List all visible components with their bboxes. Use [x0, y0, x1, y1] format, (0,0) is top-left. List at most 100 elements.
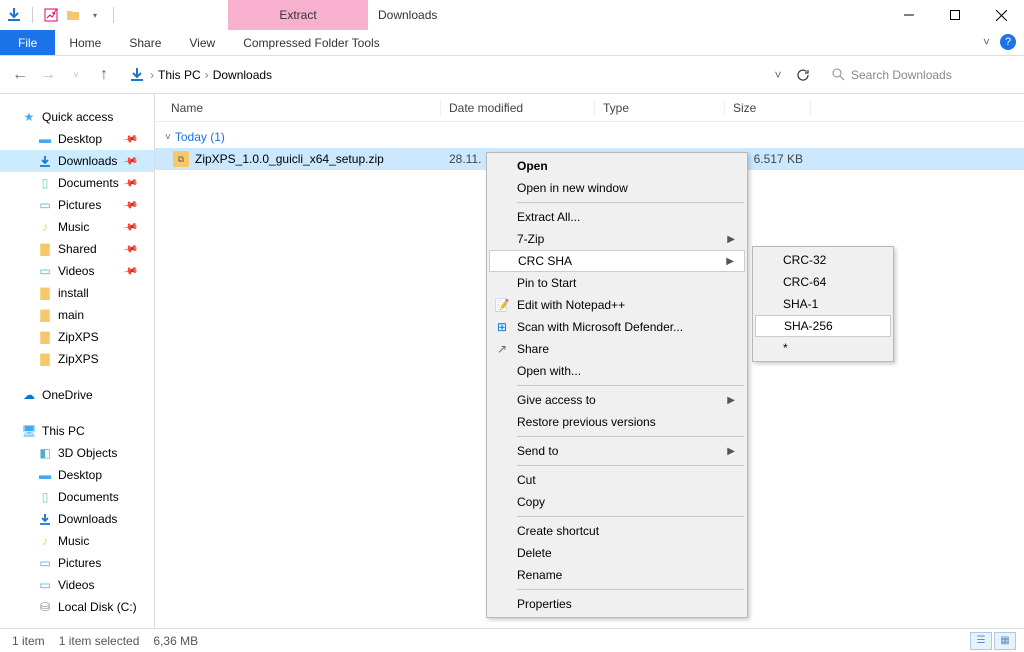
menu-open[interactable]: Open [489, 155, 745, 177]
column-date[interactable]: ˅Date modified [441, 101, 595, 115]
documents-icon: ▯ [38, 176, 52, 190]
sidebar-downloads2[interactable]: Downloads [0, 508, 154, 530]
submenu-sha1[interactable]: SHA-1 [755, 293, 891, 315]
ribbon-expand-icon[interactable]: ˅ [983, 35, 990, 49]
sidebar: ★Quick access ▬Desktop📌 Downloads📌 ▯Docu… [0, 94, 155, 628]
sidebar-onedrive[interactable]: ☁OneDrive [0, 384, 154, 406]
chevron-right-icon[interactable]: › [205, 68, 209, 82]
menu-separator [517, 465, 744, 466]
submenu-arrow-icon: ▶ [727, 395, 735, 406]
close-button[interactable] [978, 0, 1024, 30]
breadcrumb[interactable]: › This PC › Downloads [122, 62, 760, 88]
minimize-button[interactable] [886, 0, 932, 30]
recent-dropdown-icon[interactable]: ˅ [66, 70, 86, 80]
menu-open-new-window[interactable]: Open in new window [489, 177, 745, 199]
sidebar-music2[interactable]: ♪Music [0, 530, 154, 552]
menu-label: CRC SHA [518, 254, 572, 268]
sidebar-videos[interactable]: ▭Videos📌 [0, 260, 154, 282]
pin-icon: 📌 [122, 153, 139, 169]
refresh-button[interactable] [796, 68, 816, 82]
menu-edit-notepadpp[interactable]: 📝Edit with Notepad++ [489, 294, 745, 316]
sidebar-downloads[interactable]: Downloads📌 [0, 150, 154, 172]
tab-share[interactable]: Share [115, 30, 175, 55]
crc-sha-submenu: CRC-32 CRC-64 SHA-1 SHA-256 * [752, 246, 894, 362]
menu-send-to[interactable]: Send to▶ [489, 440, 745, 462]
up-button[interactable]: ↑ [94, 66, 114, 84]
menu-give-access[interactable]: Give access to▶ [489, 389, 745, 411]
sidebar-pictures2[interactable]: ▭Pictures [0, 552, 154, 574]
menu-open-with[interactable]: Open with... [489, 360, 745, 382]
submenu-sha256[interactable]: SHA-256 [755, 315, 891, 337]
submenu-star[interactable]: * [755, 337, 891, 359]
maximize-button[interactable] [932, 0, 978, 30]
sidebar-label: 3D Objects [58, 446, 117, 460]
sidebar-quick-access[interactable]: ★Quick access [0, 106, 154, 128]
contextual-tab-extract[interactable]: Extract [228, 0, 368, 30]
submenu-arrow-icon: ▶ [727, 234, 735, 245]
menu-rename[interactable]: Rename [489, 564, 745, 586]
menu-scan-defender[interactable]: ⊞Scan with Microsoft Defender... [489, 316, 745, 338]
onedrive-icon: ☁ [22, 388, 36, 402]
sidebar-this-pc[interactable]: 🖥This PC [0, 420, 154, 442]
tab-view[interactable]: View [175, 30, 229, 55]
sidebar-zipxps[interactable]: ▇ZipXPS [0, 348, 154, 370]
sidebar-main[interactable]: ▇main [0, 304, 154, 326]
pin-icon: 📌 [122, 175, 139, 191]
pc-icon: 🖥 [22, 424, 36, 438]
sidebar-3d-objects[interactable]: ◧3D Objects [0, 442, 154, 464]
menu-create-shortcut[interactable]: Create shortcut [489, 520, 745, 542]
pin-icon: 📌 [122, 241, 139, 257]
column-name[interactable]: Name [163, 101, 441, 115]
sidebar-zipxps[interactable]: ▇ZipXPS [0, 326, 154, 348]
sidebar-shared[interactable]: ▇Shared📌 [0, 238, 154, 260]
sidebar-music[interactable]: ♪Music📌 [0, 216, 154, 238]
icons-view-button[interactable]: ▦ [994, 632, 1016, 650]
sidebar-documents2[interactable]: ▯Documents [0, 486, 154, 508]
sidebar-desktop[interactable]: ▬Desktop📌 [0, 128, 154, 150]
breadcrumb-this-pc[interactable]: This PC [158, 68, 201, 82]
menu-share[interactable]: ↗Share [489, 338, 745, 360]
sidebar-label: Local Disk (C:) [58, 600, 137, 614]
menu-delete[interactable]: Delete [489, 542, 745, 564]
sidebar-local-disk[interactable]: ⛁Local Disk (C:) [0, 596, 154, 618]
menu-pin-start[interactable]: Pin to Start [489, 272, 745, 294]
menu-restore-previous[interactable]: Restore previous versions [489, 411, 745, 433]
forward-button[interactable]: → [38, 66, 58, 84]
properties-icon[interactable]: ✓ [43, 7, 59, 23]
qat-dropdown-icon[interactable]: ▾ [87, 7, 103, 23]
menu-7zip[interactable]: 7-Zip▶ [489, 228, 745, 250]
folder-icon: ▇ [38, 286, 52, 300]
sidebar-videos2[interactable]: ▭Videos [0, 574, 154, 596]
menu-cut[interactable]: Cut [489, 469, 745, 491]
sidebar-install[interactable]: ▇install [0, 282, 154, 304]
sidebar-label: ZipXPS [58, 330, 99, 344]
tab-compressed-tools[interactable]: Compressed Folder Tools [229, 30, 394, 55]
chevron-right-icon[interactable]: › [150, 68, 154, 82]
sidebar-label: Desktop [58, 468, 102, 482]
back-button[interactable]: ← [10, 66, 30, 84]
sidebar-desktop2[interactable]: ▬Desktop [0, 464, 154, 486]
details-view-button[interactable]: ☰ [970, 632, 992, 650]
new-folder-icon[interactable] [65, 7, 81, 23]
search-input[interactable]: Search Downloads [824, 62, 1014, 88]
status-item-count: 1 item [12, 634, 45, 648]
group-today[interactable]: ˅ Today (1) [155, 122, 1024, 148]
star-icon: ★ [22, 110, 36, 124]
menu-extract-all[interactable]: Extract All... [489, 206, 745, 228]
tab-home[interactable]: Home [55, 30, 115, 55]
tab-file[interactable]: File [0, 30, 55, 55]
help-button[interactable]: ? [1000, 34, 1016, 50]
menu-copy[interactable]: Copy [489, 491, 745, 513]
address-dropdown-icon[interactable]: ˅ [768, 68, 788, 82]
column-size[interactable]: Size [725, 101, 811, 115]
breadcrumb-downloads[interactable]: Downloads [213, 68, 272, 82]
sidebar-pictures[interactable]: ▭Pictures📌 [0, 194, 154, 216]
submenu-arrow-icon: ▶ [726, 256, 734, 267]
submenu-crc64[interactable]: CRC-64 [755, 271, 891, 293]
column-type[interactable]: Type [595, 101, 725, 115]
menu-crc-sha[interactable]: CRC SHA ▶ [489, 250, 745, 272]
submenu-crc32[interactable]: CRC-32 [755, 249, 891, 271]
pin-icon: 📌 [122, 263, 139, 279]
menu-properties[interactable]: Properties [489, 593, 745, 615]
sidebar-documents[interactable]: ▯Documents📌 [0, 172, 154, 194]
